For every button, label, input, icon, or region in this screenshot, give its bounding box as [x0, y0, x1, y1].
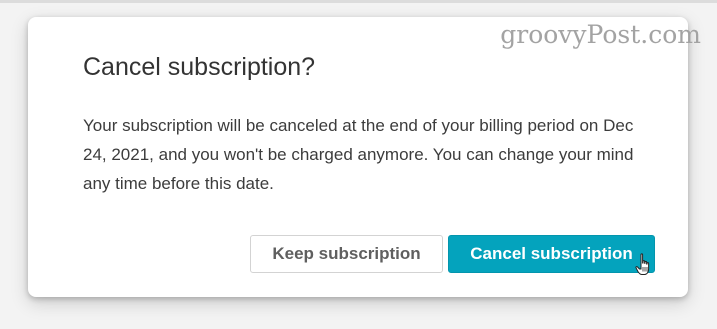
backdrop-top-edge — [0, 0, 717, 3]
hand-pointer-icon — [635, 253, 650, 275]
keep-subscription-button[interactable]: Keep subscription — [250, 235, 443, 273]
cancel-subscription-button[interactable]: Cancel subscription — [448, 235, 655, 273]
groovypost-watermark: groovyPost.com — [500, 20, 701, 49]
dialog-message: Your subscription will be canceled at th… — [83, 116, 634, 193]
cancel-subscription-dialog: Cancel subscription? Your subscription w… — [28, 17, 688, 297]
dialog-title: Cancel subscription? — [83, 53, 316, 81]
